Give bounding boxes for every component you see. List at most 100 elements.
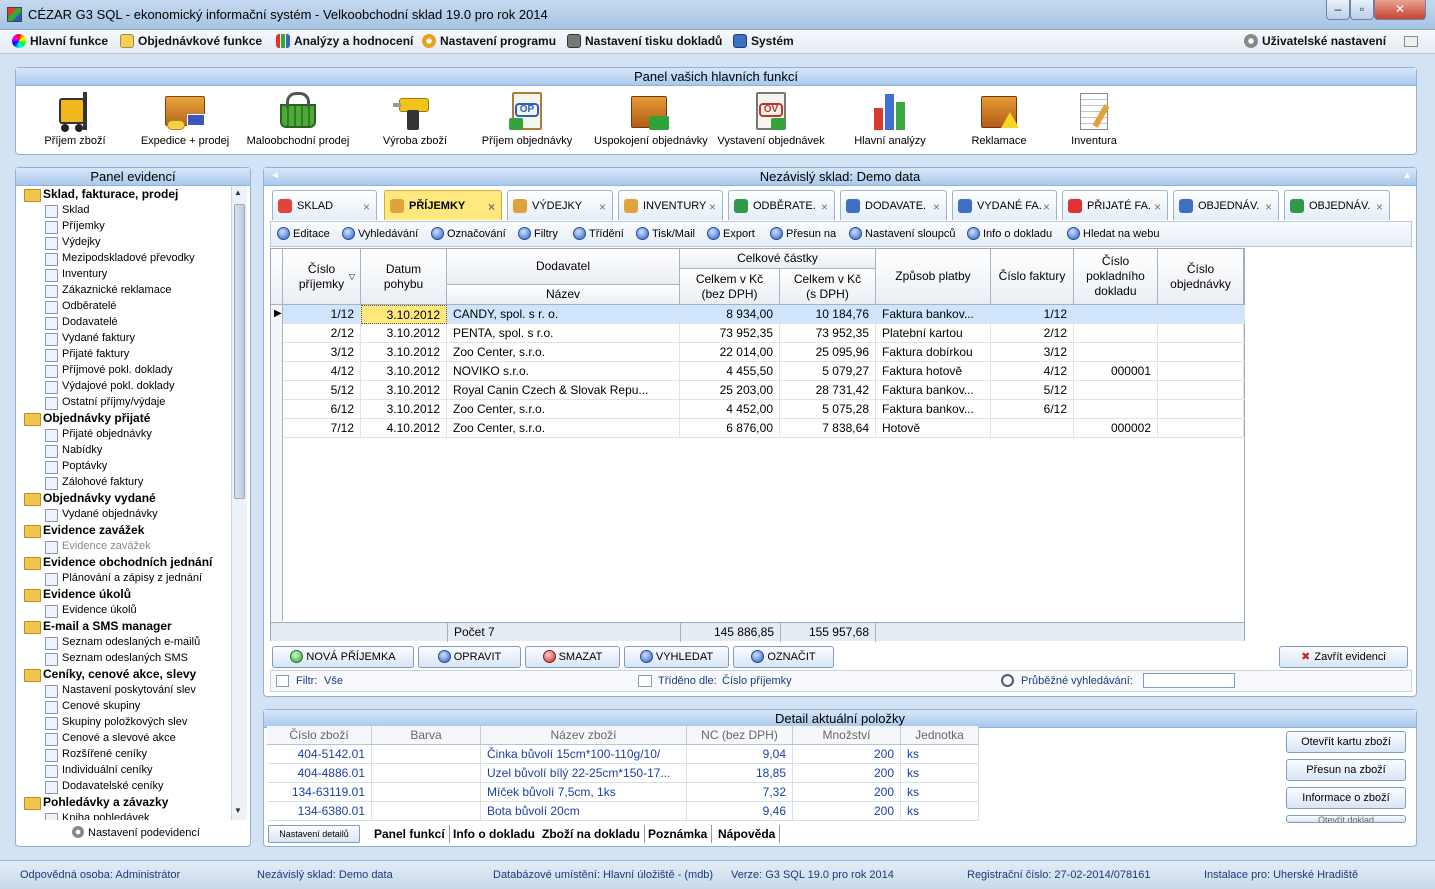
table-row[interactable]: 7/12 4.10.2012 Zoo Center, s.r.o. 6 876,00 7…	[283, 419, 1245, 438]
detail-col-nazev-zbozi[interactable]: Název zboží	[481, 726, 687, 745]
tree-item-cenove-skupiny[interactable]: Cenové skupiny	[20, 698, 230, 714]
sort-icon[interactable]	[638, 675, 652, 687]
tree-item-poptavky[interactable]: Poptávky	[20, 458, 230, 474]
maximize-button[interactable]: ▫	[1350, 0, 1374, 20]
fn-vyroba-zbozi[interactable]: Výroba zboží	[360, 90, 470, 147]
toolbar-hledat-na-webu[interactable]: Hledat na webu	[1067, 227, 1159, 240]
tree-group-pohledavky-a-zavazky[interactable]: Pohledávky a závazky	[20, 794, 230, 810]
col-nazev[interactable]: Název	[447, 285, 680, 305]
tab-close-icon[interactable]: ×	[933, 192, 940, 222]
tree-item-nastaveni-poskytovani-slev[interactable]: Nastavení poskytování slev	[20, 682, 230, 698]
detail-col-cislo-zbozi[interactable]: Číslo zboží	[267, 726, 372, 745]
tree-item-ostatni-prijmy-vydaje[interactable]: Ostatní příjmy/výdaje	[20, 394, 230, 410]
detail-row[interactable]: 134-6380.01 Bota bůvolí 20cm 9,46 200 ks	[267, 802, 979, 821]
tree-item-mezipodskladove-prevodky[interactable]: Mezipodskladové převodky	[20, 250, 230, 266]
menu-system[interactable]: Systém	[733, 34, 794, 48]
tree-item-odberatele[interactable]: Odběratelé	[20, 298, 230, 314]
scroll-down-icon[interactable]: ▼	[234, 806, 245, 816]
nastaveni-podevidenci[interactable]: Nastavení podevidencí	[72, 826, 200, 839]
fn-uspokojeni-objednavky[interactable]: Uspokojení objednávky	[594, 90, 708, 147]
toolbar-filtry[interactable]: Filtry	[518, 227, 558, 240]
tree-item-planovani-a-zapisy-z-jednani[interactable]: Plánování a zápisy z jednání	[20, 570, 230, 586]
tree-item-evidence-ukolu[interactable]: Evidence úkolů	[20, 602, 230, 618]
tab-objednav-8[interactable]: OBJEDNÁV. ×	[1173, 190, 1279, 220]
tree-group-sklad-fakturace-prodej[interactable]: Sklad, fakturace, prodej	[20, 186, 230, 202]
detail-row[interactable]: 404-5142.01 Činka bůvolí 15cm*100-110g/10…	[267, 745, 979, 764]
col-zpusob-platby[interactable]: Způsob platby	[876, 249, 991, 305]
col-cislo-faktury[interactable]: Číslo faktury	[991, 249, 1074, 305]
fn-maloobchodni-prodej[interactable]: Maloobchodní prodej	[243, 90, 353, 147]
detail-row[interactable]: 404-4886.01 Uzel bůvolí bílý 22-25cm*150-…	[267, 764, 979, 783]
detail-col-jednotka[interactable]: Jednotka	[901, 726, 979, 745]
tab-sklad-0[interactable]: SKLAD ×	[272, 190, 377, 220]
filter-icon[interactable]	[276, 675, 289, 687]
tree-item-dodavatelske-ceniky[interactable]: Dodavatelské ceníky	[20, 778, 230, 794]
toolbar-nastaveni-sloupcu[interactable]: Nastavení sloupců	[849, 227, 956, 240]
nastaveni-detailu-button[interactable]: Nastavení detailů	[268, 825, 360, 843]
toolbar-editace[interactable]: Editace	[277, 227, 330, 240]
tab-close-icon[interactable]: ×	[709, 192, 716, 222]
tree-item-dodavatele[interactable]: Dodavatelé	[20, 314, 230, 330]
tree-item-evidence-zavazek[interactable]: Evidence zavážek	[20, 538, 230, 554]
smazat-button[interactable]: SMAZAT	[525, 646, 620, 668]
presun-na-zbozi-button[interactable]: Přesun na zboží	[1286, 759, 1406, 781]
tree-item-vydane-objednavky[interactable]: Vydané objednávky	[20, 506, 230, 522]
fn-vystaveni-objednavek[interactable]: OV Vystavení objednávek	[716, 90, 826, 147]
tab-close-icon[interactable]: ×	[1376, 192, 1383, 222]
tab-poznamka[interactable]: Poznámka	[644, 825, 713, 843]
tree-item-zalohove-faktury[interactable]: Zálohové faktury	[20, 474, 230, 490]
toolbar-vyhledavani[interactable]: Vyhledávání	[342, 227, 418, 240]
tab-close-icon[interactable]: ×	[1265, 192, 1272, 222]
tree-item-cenove-a-slevove-akce[interactable]: Cenové a slevové akce	[20, 730, 230, 746]
tree-item-kniha-pohledavek[interactable]: Kniha pohledávek	[20, 810, 230, 820]
otevrit-kartu-zbozi-button[interactable]: Otevřít kartu zboží	[1286, 731, 1406, 753]
col-celkem-s-dph[interactable]: Celkem v Kč (s DPH)	[780, 269, 876, 305]
col-cislo-pokladniho-dokladu[interactable]: Číslo pokladního dokladu	[1074, 249, 1158, 305]
tab-odberate-4[interactable]: ODBĚRATE. ×	[728, 190, 835, 220]
minimize-button[interactable]: –	[1326, 0, 1350, 20]
tree-item-vydajove-pokl-doklady[interactable]: Výdajové pokl. doklady	[20, 378, 230, 394]
tree-item-rozsirene-ceniky[interactable]: Rozšířené ceníky	[20, 746, 230, 762]
tab-vydane-fa-6[interactable]: VYDANÉ FA. ×	[952, 190, 1057, 220]
toolbar-info-o-dokladu[interactable]: Info o dokladu	[967, 227, 1052, 240]
tree-group-objednavky-vydane[interactable]: Objednávky vydané	[20, 490, 230, 506]
tree-item-sklad[interactable]: Sklad	[20, 202, 230, 218]
tree-group-ceniky-cenove-akce-slevy[interactable]: Ceníky, cenové akce, slevy	[20, 666, 230, 682]
tree-item-zakaznicke-reklamace[interactable]: Zákaznické reklamace	[20, 282, 230, 298]
toolbar-oznacovani[interactable]: Označování	[431, 227, 506, 240]
menu-uzivatelske-nastaveni[interactable]: Uživatelské nastavení	[1244, 34, 1386, 48]
oznacit-button[interactable]: OZNAČIT	[733, 646, 834, 668]
close-button[interactable]: ✕	[1374, 0, 1426, 20]
menu-nastaveni-tisku[interactable]: Nastavení tisku dokladů	[567, 34, 722, 48]
collapse-left-icon[interactable]: ◄	[270, 170, 280, 181]
tree-item-skupiny-polozkovych-slev[interactable]: Skupiny položkových slev	[20, 714, 230, 730]
toolbar-trideni[interactable]: Třídění	[573, 227, 624, 240]
informace-o-zbozi-button[interactable]: Informace o zboží	[1286, 787, 1406, 809]
tree-item-prijmove-pokl-doklady[interactable]: Příjmové pokl. doklady	[20, 362, 230, 378]
tab-zbozi-na-dokladu[interactable]: Zboží na dokladu	[538, 825, 645, 843]
table-row[interactable]: 1/12 3.10.2012 CANDY, spol. s r. o. 8 934,0…	[283, 305, 1245, 324]
keyboard-icon[interactable]	[1404, 36, 1418, 47]
tab-close-icon[interactable]: ×	[363, 192, 370, 222]
tree-item-vydane-faktury[interactable]: Vydané faktury	[20, 330, 230, 346]
tree-group-evidence-obchodnich-jednani[interactable]: Evidence obchodních jednání	[20, 554, 230, 570]
tree-item-seznam-odeslanych-e-mailu[interactable]: Seznam odeslaných e-mailů	[20, 634, 230, 650]
tree-item-vydejky[interactable]: Výdejky	[20, 234, 230, 250]
tree-group-evidence-zavazek[interactable]: Evidence zavážek	[20, 522, 230, 538]
tab-panel-funkci[interactable]: Panel funkcí	[370, 825, 450, 843]
fn-prijem-objednavky[interactable]: OP Příjem objednávky	[472, 90, 582, 147]
detail-col-nc-bez-dph[interactable]: NC (bez DPH)	[687, 726, 793, 745]
tree-item-prijemky[interactable]: Příjemky	[20, 218, 230, 234]
zavrit-evidenci-button[interactable]: ✖ Zavřít evidenci	[1279, 646, 1408, 668]
detail-col-barva[interactable]: Barva	[372, 726, 481, 745]
fn-reklamace[interactable]: Reklamace	[944, 90, 1054, 147]
fn-expedice[interactable]: Expedice + prodej	[130, 90, 240, 147]
col-cislo-prijemky[interactable]: Číslo příjemky ▽	[283, 249, 361, 305]
detail-col-mnozstvi[interactable]: Množství	[793, 726, 901, 745]
tab-prijate-fa-7[interactable]: PŘIJATÉ FA. ×	[1062, 190, 1168, 220]
menu-analyzy[interactable]: Analýzy a hodnocení	[276, 34, 413, 48]
table-row[interactable]: 5/12 3.10.2012 Royal Canin Czech & Slovak …	[283, 381, 1245, 400]
nova-prijemka-button[interactable]: NOVÁ PŘÍJEMKA	[272, 646, 414, 668]
detail-row[interactable]: 134-63119.01 Míček bůvolí 7,5cm, 1ks 7,32 2…	[267, 783, 979, 802]
tree-item-inventury[interactable]: Inventury	[20, 266, 230, 282]
